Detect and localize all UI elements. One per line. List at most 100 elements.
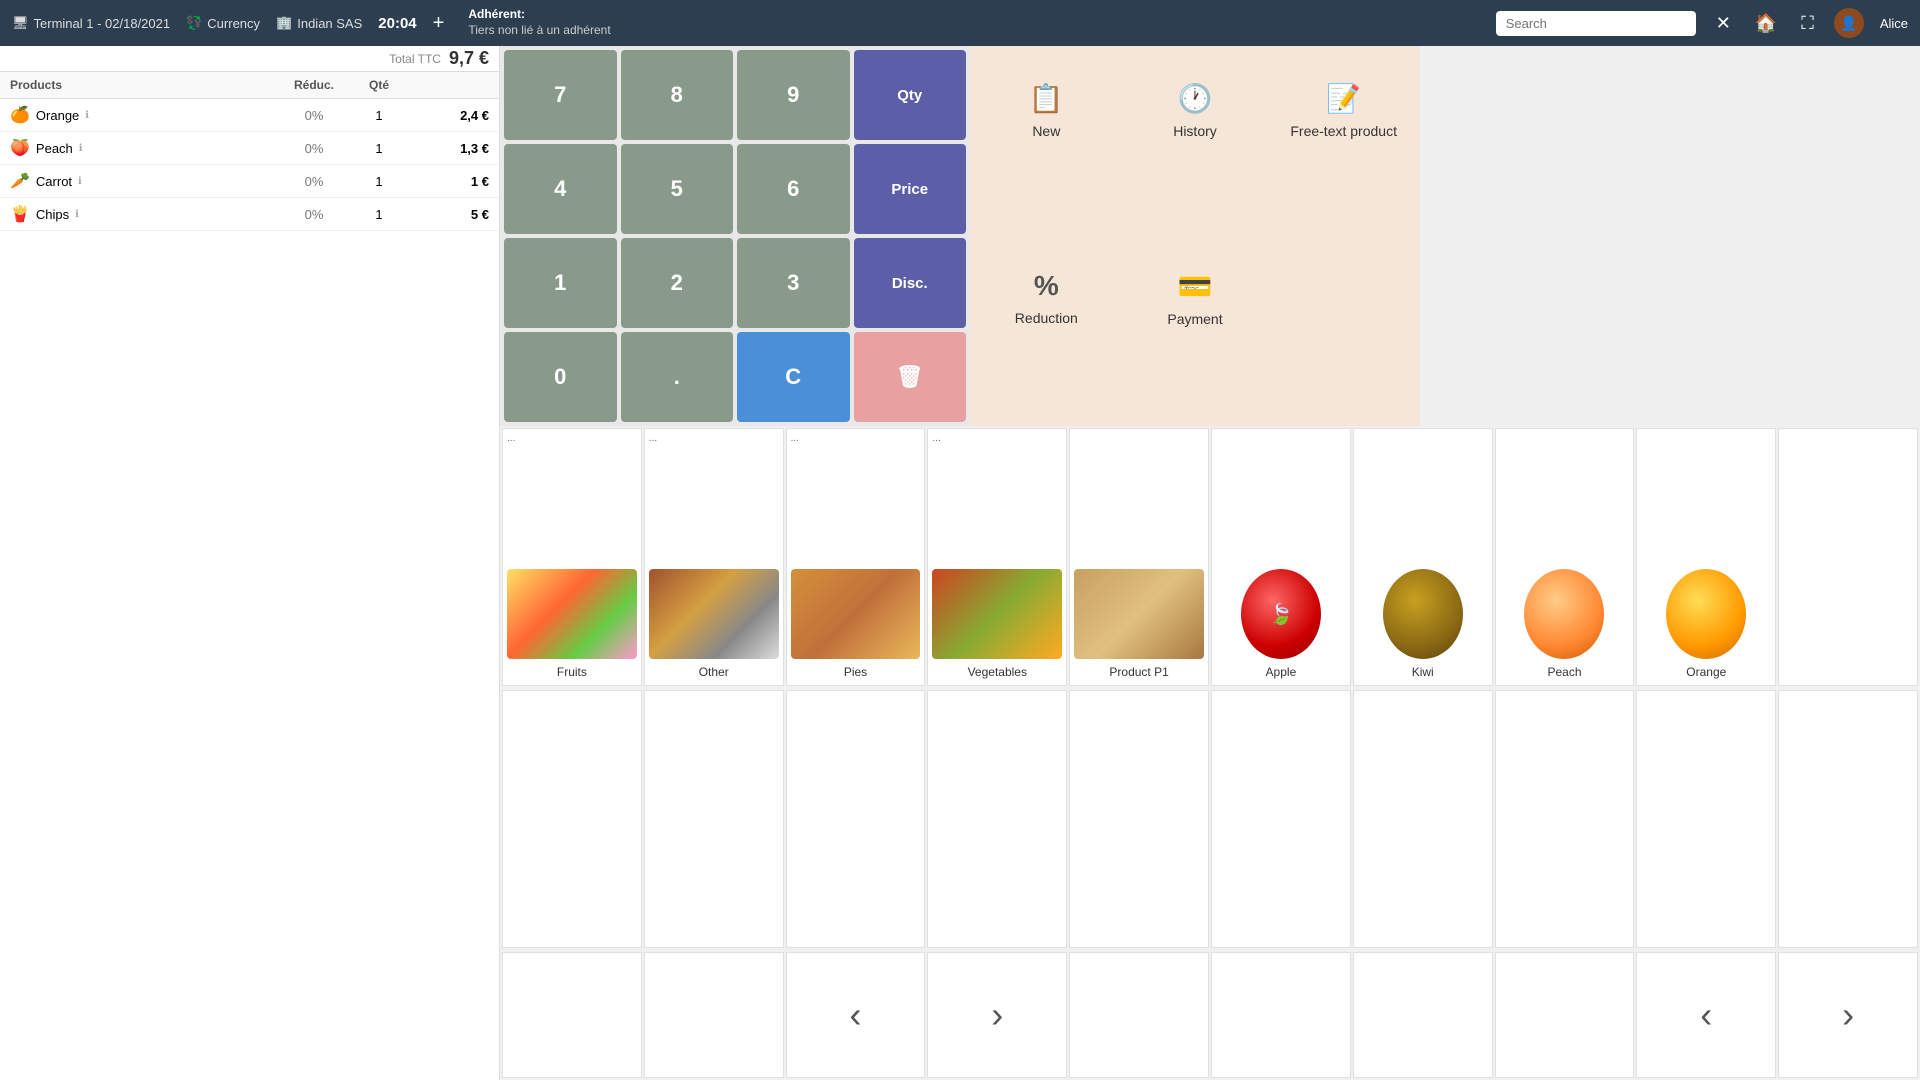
free-text-icon: 📝 [1326, 82, 1361, 115]
product-name-kiwi: Kiwi [1412, 663, 1434, 681]
order-row[interactable]: 🍟 Chips ℹ 0% 1 5 € [0, 198, 499, 231]
product-name: Orange [36, 108, 79, 123]
free-text-label: Free-text product [1290, 123, 1397, 139]
company-label: Indian SAS [297, 16, 362, 31]
history-label: History [1173, 123, 1217, 139]
payment-button[interactable]: 💳 Payment [1123, 238, 1268, 358]
numpad-price-button[interactable]: Price [854, 144, 967, 234]
history-icon: 🕐 [1178, 82, 1213, 115]
product-cell-fruits[interactable]: ...Fruits [502, 428, 642, 686]
col-reduction-header: Réduc. [279, 78, 349, 92]
product-cell-orange[interactable]: Orange [1636, 428, 1776, 686]
numpad-6-button[interactable]: 6 [737, 144, 850, 234]
product-image-product-p1 [1074, 569, 1204, 659]
nav-cell-empty-5 [1211, 952, 1351, 1078]
numpad-row-2: 123Disc. [504, 238, 966, 328]
product-icon: 🍟 [10, 204, 30, 224]
avatar: 👤 [1834, 8, 1864, 38]
order-row[interactable]: 🍑 Peach ℹ 0% 1 1,3 € [0, 132, 499, 165]
free-text-button[interactable]: 📝 Free-text product [1271, 50, 1416, 170]
product-grid: ...Fruits...Other...Pies...VegetablesPro… [500, 426, 1920, 688]
nav-cell-empty-4 [1069, 952, 1209, 1078]
numpad-qty-button[interactable]: Qty [854, 50, 967, 140]
info-icon[interactable]: ℹ [75, 209, 79, 220]
reduction-value: 0% [279, 141, 349, 156]
order-row[interactable]: 🥕 Carrot ℹ 0% 1 1 € [0, 165, 499, 198]
product-cell-product-p1[interactable]: Product P1 [1069, 428, 1209, 686]
new-button[interactable]: 📋 New [974, 50, 1119, 170]
reduction-icon: % [1034, 270, 1059, 302]
product-cell-apple[interactable]: 🍃Apple [1211, 428, 1351, 686]
product-icon: 🍊 [10, 105, 30, 125]
numpad-8-button[interactable]: 8 [621, 50, 734, 140]
nav-cell-empty-0 [502, 952, 642, 1078]
clock: 20:04 [378, 15, 416, 32]
numpad-2-button[interactable]: 2 [621, 238, 734, 328]
product-icon: 🍑 [10, 138, 30, 158]
product-cell-vegetables[interactable]: ...Vegetables [927, 428, 1067, 686]
product-image-orange [1666, 569, 1746, 659]
numpad-row-3: 0.C🗑 [504, 332, 966, 422]
product-cell-row2-0 [502, 690, 642, 948]
nav-next-products[interactable]: › [1778, 952, 1918, 1078]
info-icon[interactable]: ℹ [85, 110, 89, 121]
order-rows: 🍊 Orange ℹ 0% 1 2,4 € 🍑 Peach ℹ 0% 1 1,3… [0, 99, 499, 1080]
currency-info[interactable]: 💱 Currency [186, 15, 260, 31]
search-input[interactable] [1496, 11, 1696, 36]
fullscreen-button[interactable]: ⛶ [1797, 9, 1818, 38]
numpad-9-button[interactable]: 9 [737, 50, 850, 140]
total-value: 5 € [409, 207, 489, 222]
company-info[interactable]: 🏢 Indian SAS [276, 15, 362, 31]
new-label: New [1032, 123, 1060, 139]
terminal-label: Terminal 1 - 02/18/2021 [34, 16, 171, 31]
new-icon: 📋 [1029, 82, 1064, 115]
info-icon[interactable]: ℹ [79, 143, 83, 154]
total-value: 1,3 € [409, 141, 489, 156]
numpad-7-button[interactable]: 7 [504, 50, 617, 140]
product-icon: 🥕 [10, 171, 30, 191]
product-image-kiwi [1383, 569, 1463, 659]
add-button[interactable]: + [433, 12, 445, 35]
nav-next-categories[interactable]: › [927, 952, 1067, 1078]
numpad-clear-button[interactable]: C [737, 332, 850, 422]
product-name-apple: Apple [1266, 663, 1297, 681]
numpad-.-button[interactable]: . [621, 332, 734, 422]
order-panel: Total TTC 9,7 € Products Réduc. Qté 🍊 Or… [0, 46, 500, 1080]
product-image-peach [1524, 569, 1604, 659]
numpad-5-button[interactable]: 5 [621, 144, 734, 234]
main-layout: Total TTC 9,7 € Products Réduc. Qté 🍊 Or… [0, 46, 1920, 1080]
nav-cell-empty-1 [644, 952, 784, 1078]
numpad-disc.-button[interactable]: Disc. [854, 238, 967, 328]
terminal-icon: 🖥 [12, 15, 29, 31]
product-image-vegetables [932, 569, 1062, 659]
numpad-1-button[interactable]: 1 [504, 238, 617, 328]
product-name-fruits: Fruits [557, 663, 587, 681]
currency-icon: 💱 [186, 15, 202, 31]
home-button[interactable]: 🏠 [1751, 9, 1781, 38]
reduction-button[interactable]: % Reduction [974, 238, 1119, 358]
product-image-pies [791, 569, 921, 659]
clear-search-button[interactable]: ✕ [1712, 9, 1735, 38]
numpad-4-button[interactable]: 4 [504, 144, 617, 234]
info-icon[interactable]: ℹ [78, 176, 82, 187]
product-name-other: Other [699, 663, 729, 681]
currency-label: Currency [207, 16, 260, 31]
product-name: Carrot [36, 174, 72, 189]
product-cell-other[interactable]: ...Other [644, 428, 784, 686]
product-cell-peach[interactable]: Peach [1495, 428, 1635, 686]
reduction-value: 0% [279, 108, 349, 123]
history-button[interactable]: 🕐 History [1123, 50, 1268, 170]
product-cell-kiwi[interactable]: Kiwi [1353, 428, 1493, 686]
numpad-delete-button[interactable]: 🗑 [854, 332, 967, 422]
product-image-fruits [507, 569, 637, 659]
nav-prev-products[interactable]: ‹ [1636, 952, 1776, 1078]
numpad-0-button[interactable]: 0 [504, 332, 617, 422]
order-row[interactable]: 🍊 Orange ℹ 0% 1 2,4 € [0, 99, 499, 132]
product-cell-pies[interactable]: ...Pies [786, 428, 926, 686]
nav-cell-empty-7 [1495, 952, 1635, 1078]
numpad-3-button[interactable]: 3 [737, 238, 850, 328]
product-name-pies: Pies [844, 663, 867, 681]
company-icon: 🏢 [276, 15, 292, 31]
product-cell-row2-9 [1778, 690, 1918, 948]
nav-prev-categories[interactable]: ‹ [786, 952, 926, 1078]
